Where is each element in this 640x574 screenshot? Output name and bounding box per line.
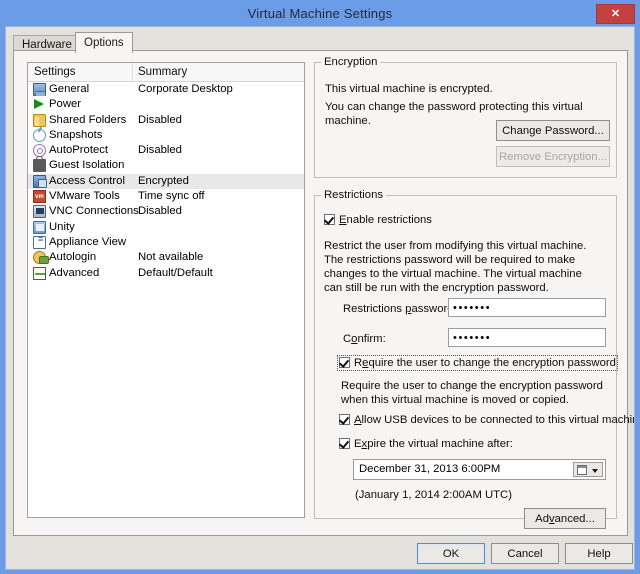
settings-list-item-label: AutoProtect [49,144,109,157]
settings-list-item-label: Guest Isolation [49,159,125,172]
settings-list-item[interactable]: General Corporate Desktop [28,82,304,97]
encryption-status-text: This virtual machine is encrypted. [325,83,493,95]
settings-list-item-summary: Disabled [138,144,182,157]
folder-icon [33,113,46,127]
column-header-summary[interactable]: Summary [138,66,187,78]
monitor-icon [33,83,46,96]
checkmark-icon [339,414,350,425]
restrictions-description: Restrict the user from modifying this vi… [324,240,587,294]
tab-options[interactable]: Options [75,32,133,53]
settings-list-item-summary: Not available [138,251,204,264]
encryption-group-legend: Encryption [324,56,378,68]
checkmark-icon [324,214,335,225]
settings-list-body: General Corporate Desktop Power Shared Fold… [28,82,304,281]
encryption-group: Encryption This virtual machine is encry… [314,56,617,178]
allow-usb-label: Allow USB devices to be connected to thi… [354,414,635,426]
vmware-tools-icon: vm [33,190,46,204]
checkmark-icon [339,357,350,368]
settings-list-item-label: Advanced [49,266,100,279]
settings-list-item[interactable]: AutoProtect Disabled [28,143,304,158]
settings-list-item[interactable]: Appliance View [28,234,304,250]
options-tab-page: Settings Summary General Corporate Deskto… [13,50,634,536]
column-header-settings[interactable]: Settings [34,66,76,78]
settings-list-item-label: Snapshots [49,128,103,141]
settings-list-item[interactable]: VNC Connections Disabled [28,204,304,219]
unity-icon [33,220,46,234]
settings-list-item-summary: Disabled [138,113,182,126]
settings-list-item-summary: Encrypted [138,174,189,187]
require-change-password-label: Require the user to change the encryptio… [354,357,616,369]
vnc-icon [33,205,46,219]
confirm-password-input[interactable] [448,328,606,347]
settings-list-header: Settings Summary [28,63,304,82]
settings-list-item-summary: Time sync off [138,190,205,203]
require-change-password-checkbox[interactable]: Require the user to change the encryptio… [337,355,618,371]
settings-list-item-label: VNC Connections [49,205,139,218]
restrictions-group: Restrictions Enable restrictions Restric… [314,189,634,529]
play-icon [34,99,44,110]
confirm-password-label: Confirm: [343,333,386,345]
settings-list-item-summary: Disabled [138,205,182,218]
checkmark-icon [339,438,350,449]
expire-date-field[interactable]: December 31, 2013 6:00PM [353,459,606,480]
lock-icon [33,156,46,173]
access-icon [33,174,47,188]
settings-list-item[interactable]: Snapshots [28,128,304,143]
restrictions-password-input[interactable] [448,298,606,317]
calendar-dropdown-button[interactable] [573,462,603,477]
title-bar: Virtual Machine Settings ✕ [5,4,635,26]
settings-list-item[interactable]: Unity [28,220,304,235]
settings-list-item[interactable]: Autologin Not available [28,250,304,265]
dialog-client-area: Hardware Options Settings Summary Genera… [5,26,635,570]
enable-restrictions-checkbox[interactable]: Enable restrictions [324,214,432,226]
settings-list-item[interactable]: Access Control Encrypted [28,173,304,190]
settings-list-item-label: General [49,83,90,95]
settings-list-item[interactable]: vm VMware Tools Time sync off [28,189,304,204]
help-button[interactable]: Help [565,543,633,564]
settings-list-item-label: Unity [49,220,75,233]
settings-list-item[interactable]: Shared Folders Disabled [28,113,304,128]
settings-list-item[interactable]: Advanced Default/Default [28,266,304,281]
allow-usb-checkbox[interactable]: Allow USB devices to be connected to thi… [339,414,635,426]
change-password-button[interactable]: Change Password... [496,120,610,141]
calendar-icon [577,465,587,475]
restrictions-group-legend: Restrictions [324,189,384,201]
expire-vm-label: Expire the virtual machine after: [354,438,513,450]
require-change-password-help: Require the user to change the encryptio… [341,380,603,406]
ok-button[interactable]: OK [417,543,485,564]
settings-list-item-label: Power [49,98,82,111]
expire-date-value: December 31, 2013 6:00PM [359,463,501,475]
settings-list-item-summary: Default/Default [138,266,213,279]
column-divider [132,63,133,81]
enable-restrictions-label: Enable restrictions [339,214,432,226]
close-icon[interactable]: ✕ [596,4,635,24]
advanced-icon [33,266,46,280]
autologin-icon [33,251,49,265]
expire-utc-note: (January 1, 2014 2:00AM UTC) [355,489,512,501]
remove-encryption-button[interactable]: Remove Encryption... [496,146,610,167]
settings-list-item-label: VMware Tools [49,190,120,203]
dialog-footer: OK Cancel Help [6,535,634,569]
snapshot-icon [33,128,46,142]
window-title: Virtual Machine Settings [247,6,393,21]
advanced-button[interactable]: Advanced... [524,508,606,529]
settings-list-item-label: Autologin [49,251,97,264]
settings-list-item-label: Access Control [49,174,125,187]
virtual-machine-settings-window: Virtual Machine Settings ✕ Hardware Opti… [0,0,640,574]
settings-list[interactable]: Settings Summary General Corporate Deskto… [27,62,305,518]
settings-list-item[interactable]: Power [28,97,304,112]
appliance-icon [33,234,46,249]
settings-list-item[interactable]: Guest Isolation [28,156,304,173]
expire-vm-checkbox[interactable]: Expire the virtual machine after: [339,438,513,450]
restrictions-password-label: Restrictions password: [343,303,457,315]
settings-list-item-label: Shared Folders [49,113,127,126]
settings-list-item-label: Appliance View [49,235,127,248]
autoprotect-icon [33,144,46,158]
chevron-down-icon [592,469,598,473]
settings-list-item-summary: Corporate Desktop [138,83,233,95]
cancel-button[interactable]: Cancel [491,543,559,564]
